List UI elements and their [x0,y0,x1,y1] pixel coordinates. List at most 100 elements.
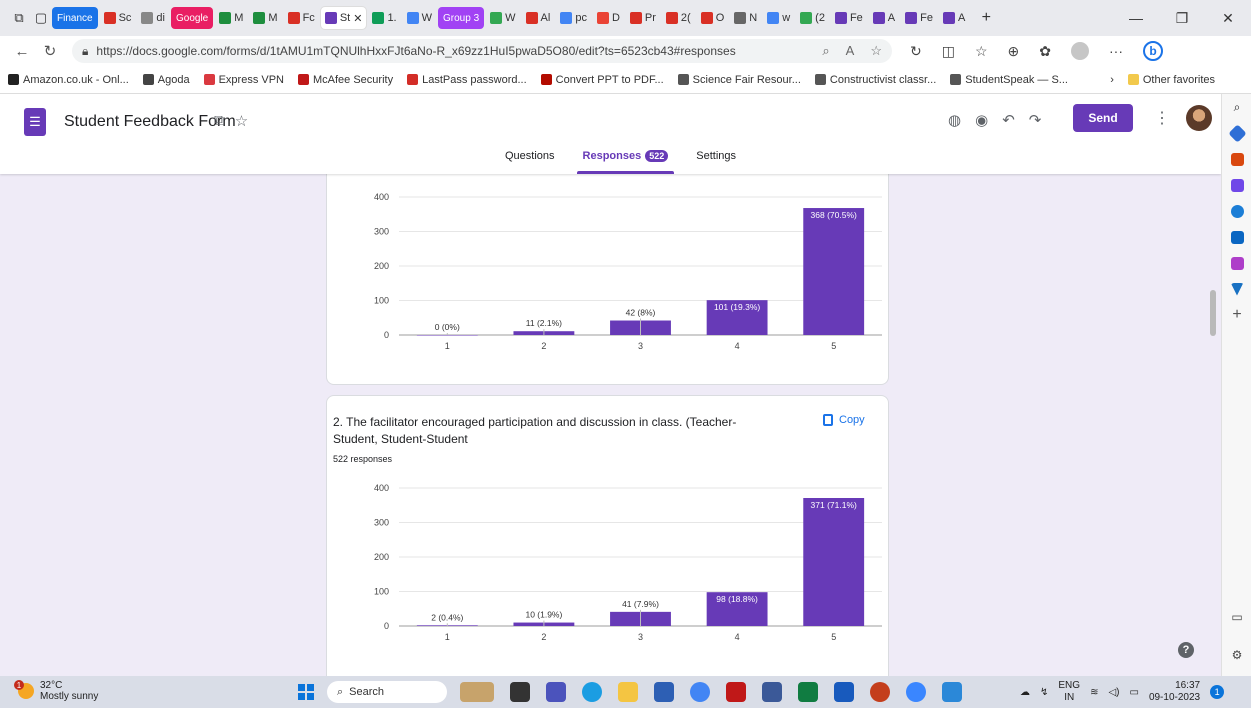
browser-tab-13[interactable]: pc [556,7,591,29]
collections-icon[interactable]: ⊕ [1008,43,1020,60]
sidebar-layout-icon[interactable]: ▭ [1222,604,1251,630]
tray-people-icon[interactable]: ☁ [1020,687,1030,698]
tab-group-0[interactable]: Finance [52,7,98,29]
more-options-icon[interactable]: ⋮ [1154,108,1170,128]
browser-tab-22[interactable]: A [869,7,899,29]
chrome-app-icon[interactable] [690,682,710,702]
redo-icon[interactable]: ↷ [1029,111,1042,129]
help-icon[interactable]: ? [1178,642,1194,658]
tab-group-10[interactable]: Group 3 [438,7,485,29]
restore-icon[interactable]: ❐ [1159,0,1205,36]
extensions-icon[interactable]: ✿ [1039,43,1051,60]
teams-chat-icon[interactable] [546,682,566,702]
language-indicator[interactable]: ENG IN [1058,680,1080,704]
browser-tab-4[interactable]: M [215,7,247,29]
store-app-icon[interactable] [654,682,674,702]
browser-tab-14[interactable]: D [593,7,624,29]
bookmark-item[interactable]: Express VPN [203,74,284,86]
move-to-folder-icon[interactable]: ⧉ [214,112,225,130]
more-bookmarks-icon[interactable]: › [1110,74,1114,86]
bookmark-item[interactable]: Convert PPT to PDF... [540,74,664,86]
browser-app-icon[interactable] [906,682,926,702]
file-explorer-icon[interactable] [618,682,638,702]
browser-tab-7[interactable]: St ✕ [320,7,367,29]
close-tab-icon[interactable]: ✕ [353,12,362,25]
split-screen-icon[interactable]: ◫ [942,43,955,60]
tab-settings[interactable]: Settings [690,150,742,174]
wifi-icon[interactable]: ≋ [1090,687,1098,698]
address-bar[interactable]: 🔒︎ https://docs.google.com/forms/d/1tAMU… [72,39,892,63]
zoom-icon[interactable]: ⌕ [822,43,829,59]
star-icon[interactable]: ☆ [235,112,248,130]
undo-icon[interactable]: ↶ [1002,111,1015,129]
bookmark-item[interactable]: StudentSpeak — S... [950,74,1068,86]
sidebar-outlook-icon[interactable] [1222,224,1251,250]
bookmark-item[interactable]: LastPass password... [407,74,527,86]
task-view-icon[interactable] [510,682,530,702]
bookmark-item[interactable]: Science Fair Resour... [677,74,801,86]
battery-icon[interactable]: ▭ [1129,687,1138,698]
browser-tab-6[interactable]: Fc [284,7,319,29]
more-options-icon[interactable]: ··· [1109,43,1123,59]
browser-tab-1[interactable]: Sc [100,7,136,29]
browser-tab-12[interactable]: Al [522,7,555,29]
forms-logo-icon[interactable]: ☰ [24,108,46,136]
browser-tab-2[interactable]: di [137,7,169,29]
tab-group-3[interactable]: Google [170,7,214,29]
minimize-icon[interactable]: — [1113,0,1159,36]
vertical-tabs-icon[interactable]: ▢ [30,7,52,29]
workspaces-icon[interactable]: ⧉ [8,7,30,29]
tray-input-icon[interactable]: ↯ [1040,687,1048,698]
avatar[interactable] [1186,105,1212,131]
browser-tab-9[interactable]: W [403,7,436,29]
other-favorites-folder[interactable]: Other favorites [1127,74,1215,86]
browser-tab-23[interactable]: Fe [901,7,937,29]
browser-tab-24[interactable]: A [939,7,969,29]
sidebar-search-icon[interactable]: ⌕ [1222,94,1251,120]
snipping-app-icon[interactable] [762,682,782,702]
tab-responses[interactable]: Responses 522 [576,150,675,174]
read-aloud-icon[interactable]: A [846,43,855,59]
edge-app-icon[interactable] [582,682,602,702]
sidebar-games-icon[interactable] [1222,172,1251,198]
browser-tab-8[interactable]: 1. [368,7,400,29]
sidebar-copilot-icon[interactable] [1222,198,1251,224]
profile-icon[interactable] [1071,42,1089,60]
start-button[interactable] [298,684,314,700]
mcafee-app-icon[interactable] [726,682,746,702]
clock[interactable]: 16:37 09-10-2023 [1149,680,1200,704]
new-tab-button[interactable]: + [975,7,997,29]
photos-app-icon[interactable] [942,682,962,702]
preview-eye-icon[interactable]: ◉ [975,111,988,129]
copy-chart-button[interactable]: Copy [823,414,865,426]
browser-tab-16[interactable]: 2( [662,7,695,29]
sidebar-tools-icon[interactable] [1222,146,1251,172]
sidebar-add-icon[interactable]: + [1222,302,1251,328]
bookmark-item[interactable]: Amazon.co.uk - Onl... [8,74,129,86]
refresh-icon[interactable]: ↻ [36,42,64,60]
favorite-star-icon[interactable]: ☆ [870,43,882,59]
weather-widget[interactable]: 1 32°C Mostly sunny [14,680,98,702]
volume-icon[interactable]: ◁) [1108,687,1119,698]
back-icon[interactable]: ← [8,43,36,60]
refresh-page-icon[interactable]: ↻ [910,43,922,60]
form-title[interactable]: Student Feedback Form [64,113,236,131]
notification-icon[interactable]: 1 [1210,685,1225,699]
sidebar-settings-icon[interactable]: ⚙ [1222,642,1251,668]
browser-tab-18[interactable]: N [730,7,761,29]
sidebar-tag-icon[interactable] [1222,120,1251,146]
send-button[interactable]: Send [1073,104,1133,132]
powerpoint-app-icon[interactable] [870,682,890,702]
browser-tab-5[interactable]: M [249,7,281,29]
browser-tab-17[interactable]: O [697,7,729,29]
taskbar-search[interactable]: ⌕ Search [327,681,447,703]
scrollbar-thumb[interactable] [1210,290,1216,336]
widgets-app-icon[interactable] [460,682,494,702]
bookmark-item[interactable]: Constructivist classr... [814,74,936,86]
tab-questions[interactable]: Questions [499,150,561,174]
close-window-icon[interactable]: ✕ [1205,0,1251,36]
word-app-icon[interactable] [834,682,854,702]
excel-app-icon[interactable] [798,682,818,702]
copilot-icon[interactable]: b [1143,41,1163,61]
bookmark-item[interactable]: McAfee Security [298,74,393,86]
